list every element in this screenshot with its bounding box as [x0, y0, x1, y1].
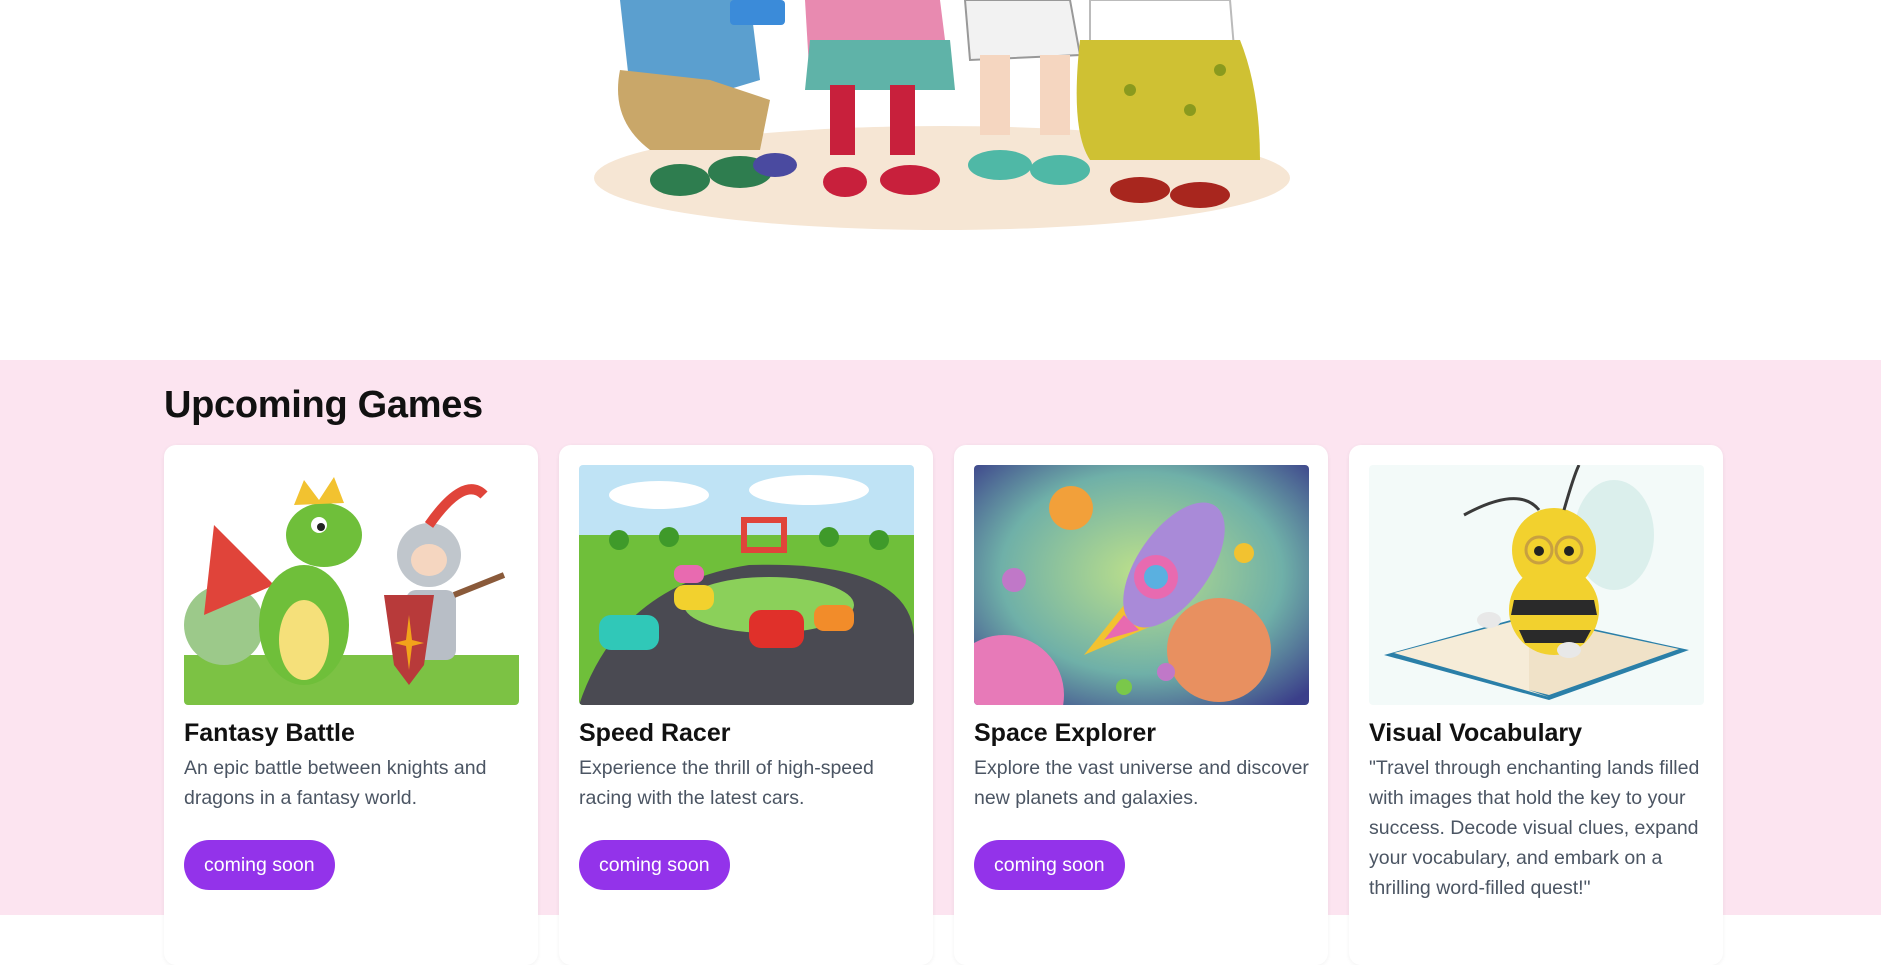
game-card-space-explorer: Space Explorer Explore the vast universe… [954, 445, 1328, 965]
section-title: Upcoming Games [164, 384, 483, 426]
rocket-in-space-image [974, 465, 1309, 705]
card-title: Fantasy Battle [184, 719, 355, 747]
upcoming-games-section: Upcoming Games Fantasy Battle An epic ba… [0, 360, 1881, 965]
coming-soon-button[interactable]: coming soon [579, 840, 730, 890]
race-cars-image [579, 465, 914, 705]
game-card-speed-racer: Speed Racer Experience the thrill of hig… [559, 445, 933, 965]
bee-reading-book-image [1369, 465, 1704, 705]
card-description: An epic battle between knights and drago… [184, 757, 487, 809]
card-description: Experience the thrill of high-speed raci… [579, 757, 874, 809]
card-title: Space Explorer [974, 719, 1157, 747]
coming-soon-button[interactable]: coming soon [184, 840, 335, 890]
coming-soon-button[interactable]: coming soon [974, 840, 1125, 890]
card-description: Explore the vast universe and discover n… [974, 757, 1309, 809]
hero-section [0, 0, 1881, 360]
card-description: "Travel through enchanting lands filled … [1369, 757, 1700, 899]
card-title: Visual Vocabulary [1369, 719, 1583, 747]
card-title: Speed Racer [579, 719, 731, 747]
game-card-visual-vocabulary: Visual Vocabulary "Travel through enchan… [1349, 445, 1723, 965]
children-reading-illustration [594, 0, 1290, 230]
game-card-fantasy-battle: Fantasy Battle An epic battle between kn… [164, 445, 538, 965]
dragon-and-knight-image [184, 465, 519, 705]
